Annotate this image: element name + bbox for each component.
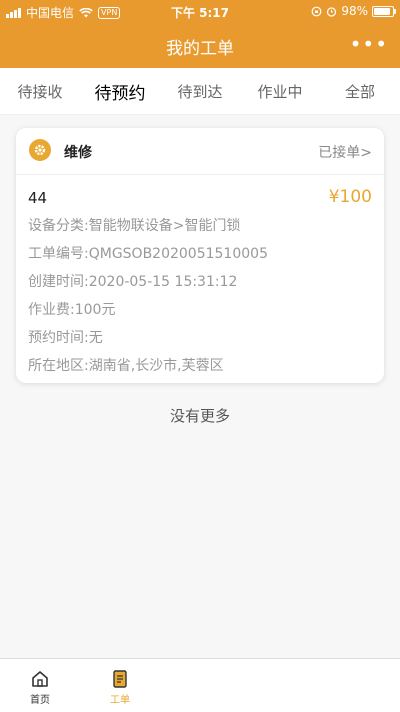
nav-bar: 我的工单 •••	[0, 22, 400, 68]
more-menu-button[interactable]: •••	[350, 32, 388, 56]
order-price: ¥100	[328, 187, 372, 207]
battery-percent: 98%	[341, 4, 368, 18]
tab-all[interactable]: 全部	[320, 81, 400, 102]
order-card[interactable]: 维修 已接单> 44 ¥100 设备分类:智能物联设备>智能门锁 工单编号:QM…	[16, 128, 384, 383]
tabbar-item-orders[interactable]: 工单	[100, 669, 140, 706]
tab-in-progress[interactable]: 作业中	[240, 81, 320, 102]
order-id: 44	[28, 189, 48, 207]
bottom-tab-bar: 首页 工单	[0, 658, 400, 712]
repair-icon	[29, 139, 51, 161]
tab-pending-appointment[interactable]: 待预约	[80, 79, 160, 104]
tabbar-item-home[interactable]: 首页	[20, 669, 60, 706]
alarm-icon	[327, 6, 337, 17]
field-order-number: 工单编号:QMGSOB2020051510005	[28, 246, 268, 262]
order-status-tabs: 待接收 待预约 待到达 作业中 全部	[0, 68, 400, 115]
list-end-text: 没有更多	[169, 407, 230, 425]
tabbar-home-label: 首页	[30, 695, 50, 706]
tab-pending-receive[interactable]: 待接收	[0, 81, 80, 102]
tab-pending-arrival[interactable]: 待到达	[160, 81, 240, 102]
field-device-category: 设备分类:智能物联设备>智能门锁	[28, 218, 241, 234]
field-created-time: 创建时间:2020-05-15 15:31:12	[28, 274, 238, 290]
field-region: 所在地区:湖南省,长沙市,芙蓉区	[28, 358, 224, 374]
order-category: 维修	[64, 145, 92, 161]
home-icon	[32, 671, 48, 687]
tabbar-orders-label: 工单	[110, 695, 130, 706]
field-service-fee: 作业费:100元	[28, 302, 116, 318]
order-card-header: 维修 已接单>	[16, 128, 384, 175]
order-icon	[113, 670, 127, 688]
orientation-lock-icon	[311, 6, 322, 16]
page-title: 我的工单	[166, 39, 234, 59]
status-bar: 中国电信 VPN 下午 5:17 98%	[0, 0, 400, 22]
battery-icon	[372, 5, 396, 17]
field-appointment-time: 预约时间:无	[28, 330, 103, 346]
order-status-link[interactable]: 已接单>	[318, 142, 372, 162]
